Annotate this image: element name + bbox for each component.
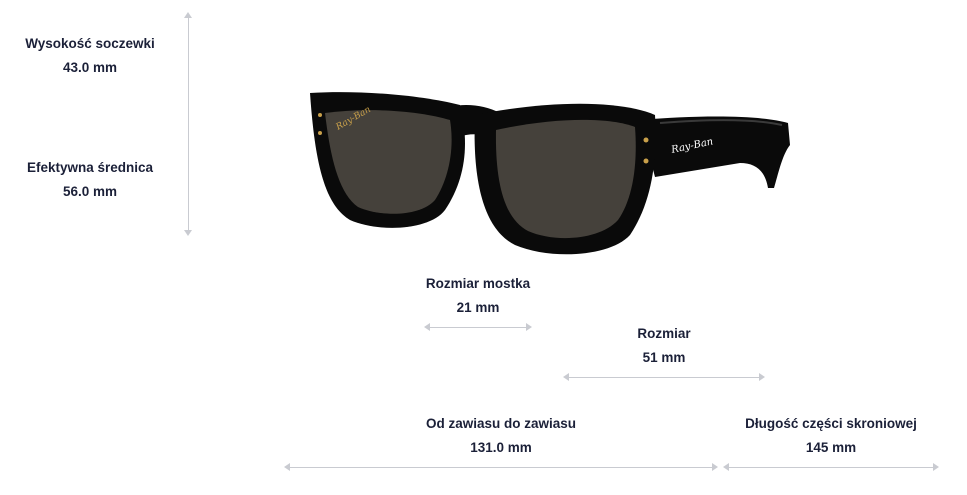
temple-arm (640, 116, 790, 188)
hinge-to-hinge-value: 131.0 mm (470, 440, 532, 455)
effective-diameter-measurement: Efektywna średnica 56.0 mm (27, 157, 153, 203)
hinge-to-hinge-measurement: Od zawiasu do zawiasu 131.0 mm (426, 413, 576, 459)
lens-height-label: Wysokość soczewki (25, 36, 155, 51)
lens-height-value: 43.0 mm (62, 60, 118, 75)
effective-diameter-value: 56.0 mm (62, 184, 118, 199)
temple-length-label: Długość części skroniowej (745, 416, 917, 431)
temple-length-measurement: Długość części skroniowej 145 mm (745, 413, 917, 459)
size-label: Rozmiar (637, 326, 691, 341)
size-arrow (563, 373, 765, 381)
lens-height-measurement: Wysokość soczewki 43.0 mm (25, 33, 155, 79)
effective-diameter-label: Efektywna średnica (26, 160, 154, 175)
bridge-size-arrow (424, 323, 532, 331)
size-value: 51 mm (642, 350, 686, 365)
temple-length-arrow (723, 463, 939, 471)
hinge-to-hinge-label: Od zawiasu do zawiasu (425, 416, 577, 431)
bridge-size-value: 21 mm (456, 300, 500, 315)
temple-length-value: 145 mm (805, 440, 857, 455)
hinge-to-hinge-arrow (284, 463, 718, 471)
bridge-size-measurement: Rozmiar mostka 21 mm (426, 273, 530, 319)
size-measurement: Rozmiar 51 mm (637, 323, 690, 369)
bridge-size-label: Rozmiar mostka (425, 276, 531, 291)
sunglasses-image: Ray-Ban Ray-Ban (310, 92, 790, 255)
vertical-dimension-arrow (184, 12, 192, 236)
